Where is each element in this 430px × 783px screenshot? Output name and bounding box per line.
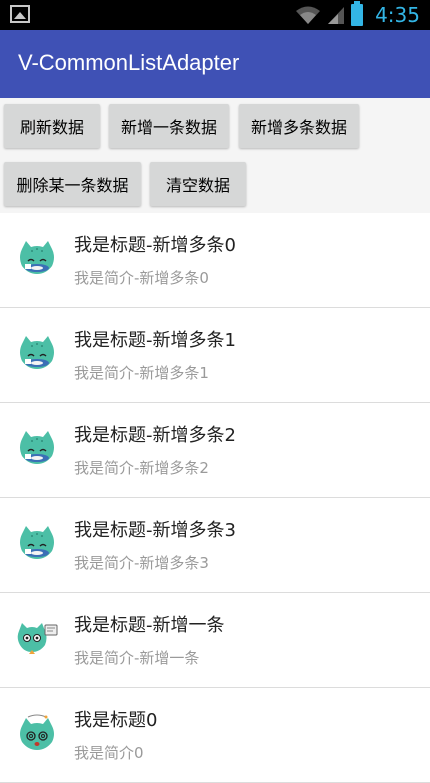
cat-fish-icon xyxy=(20,526,54,559)
item-list: 我是标题-新增多条0 我是简介-新增多条0 我是标题-新增多条1 我是简介-新增… xyxy=(0,213,430,783)
item-title: 我是标题0 xyxy=(74,710,158,731)
item-title: 我是标题-新增一条 xyxy=(74,615,225,636)
cat-fish-icon xyxy=(20,431,54,464)
cat-fish-icon xyxy=(20,336,54,369)
clear-data-button[interactable]: 清空数据 xyxy=(150,162,246,206)
app-title: V-CommonListAdapter xyxy=(18,50,240,75)
item-desc: 我是简介-新增一条 xyxy=(74,649,200,667)
item-title: 我是标题-新增多条3 xyxy=(74,520,236,541)
delete-one-button[interactable]: 删除某一条数据 xyxy=(4,162,141,206)
list-item[interactable]: 我是标题-新增多条3 我是简介-新增多条3 xyxy=(0,498,430,593)
cat-speech-icon xyxy=(17,623,58,654)
list-item[interactable]: 我是标题-新增多条1 我是简介-新增多条1 xyxy=(0,308,430,403)
wifi-icon xyxy=(296,6,321,24)
button-panel: 刷新数据 新增一条数据 新增多条数据 删除某一条数据 清空数据 xyxy=(0,98,430,213)
item-desc: 我是简介0 xyxy=(74,744,144,762)
add-many-button[interactable]: 新增多条数据 xyxy=(239,104,359,148)
battery-icon xyxy=(351,1,364,26)
status-time: 4:35 xyxy=(375,3,420,27)
signal-icon xyxy=(328,7,345,24)
app-bar: V-CommonListAdapter xyxy=(0,30,430,98)
list-item[interactable]: 我是标题-新增多条2 我是简介-新增多条2 xyxy=(0,403,430,498)
list-item[interactable]: 我是标题-新增多条0 我是简介-新增多条0 xyxy=(0,213,430,308)
gallery-icon xyxy=(10,5,30,23)
item-title: 我是标题-新增多条0 xyxy=(74,235,236,256)
list-item[interactable]: 我是标题0 我是简介0 xyxy=(0,688,430,783)
item-desc: 我是简介-新增多条2 xyxy=(74,459,209,477)
item-title: 我是标题-新增多条2 xyxy=(74,425,236,446)
cat-dizzy-icon xyxy=(20,714,54,750)
cat-fish-icon xyxy=(20,241,54,274)
status-indicators: 4:35 xyxy=(295,1,420,27)
list-item[interactable]: 我是标题-新增一条 我是简介-新增一条 xyxy=(0,593,430,688)
item-title: 我是标题-新增多条1 xyxy=(74,330,236,351)
status-bar: 4:35 xyxy=(0,0,430,30)
refresh-data-button[interactable]: 刷新数据 xyxy=(4,104,100,148)
item-desc: 我是简介-新增多条3 xyxy=(74,554,209,572)
item-desc: 我是简介-新增多条0 xyxy=(74,269,209,287)
item-desc: 我是简介-新增多条1 xyxy=(74,364,209,382)
add-one-button[interactable]: 新增一条数据 xyxy=(109,104,229,148)
